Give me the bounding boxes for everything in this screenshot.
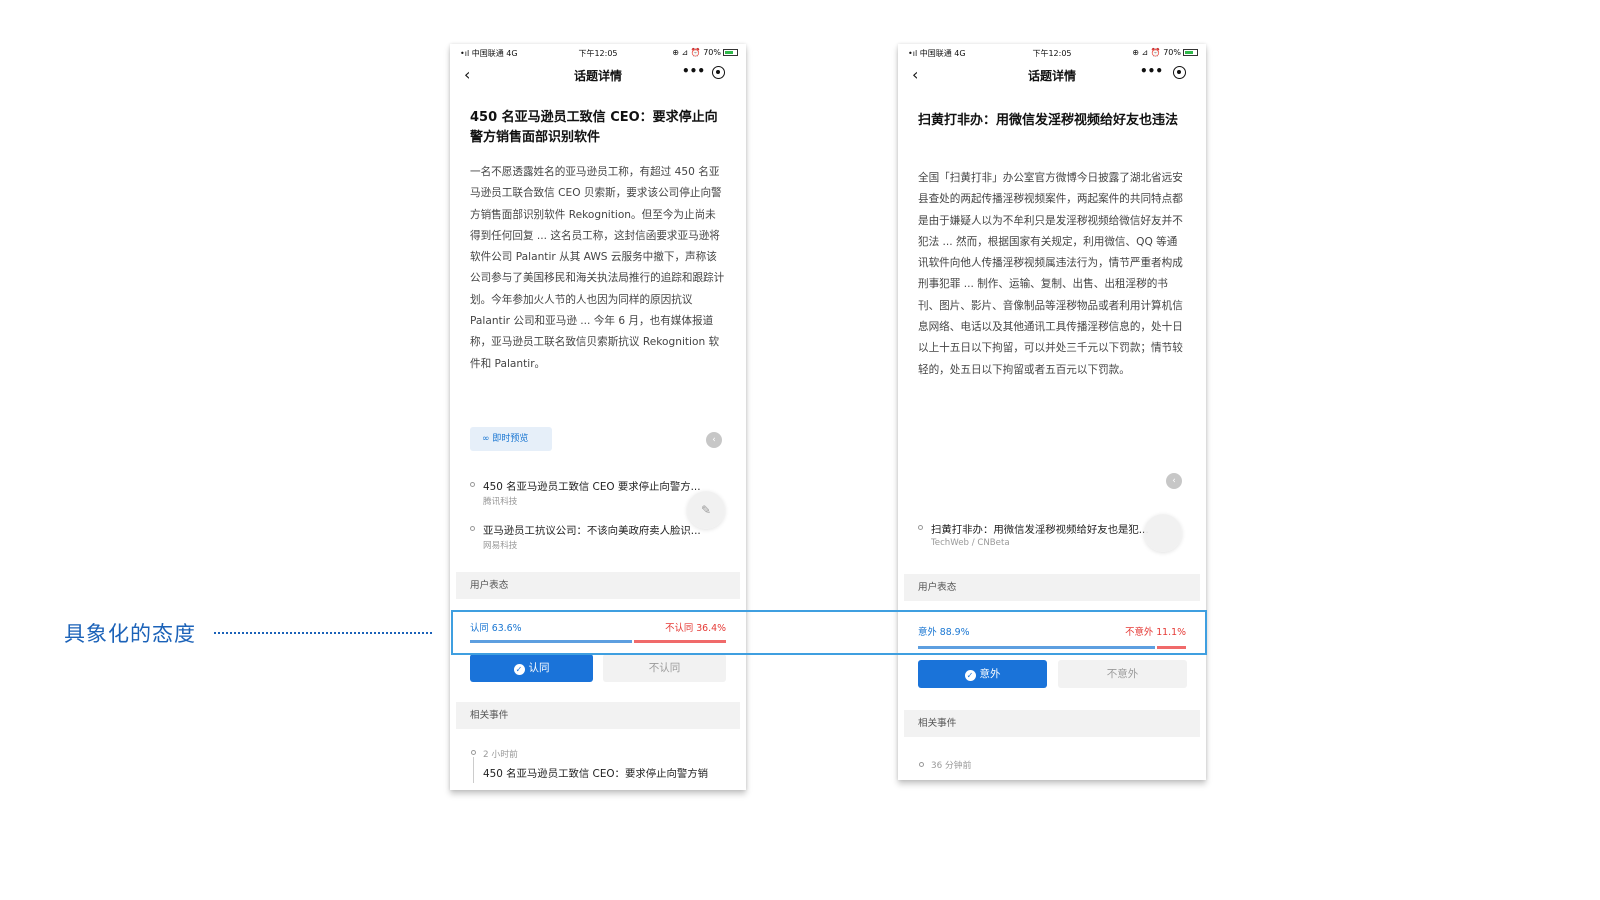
article-body: 全国「扫黄打非」办公室官方微博今日披露了湖北省远安县查处的两起传播淫秽视频案件，…	[918, 172, 1183, 376]
news-source: TechWeb / CNBeta	[931, 538, 1010, 548]
more-icon[interactable]: •••	[1140, 64, 1163, 78]
news-title: 亚马逊员工抗议公司：不该向美政府卖人脸识...	[483, 525, 701, 537]
surprised-button-label: 意外	[979, 668, 1001, 680]
timeline-time: 36 分钟前	[931, 761, 972, 771]
timeline-line	[473, 757, 474, 783]
close-miniprogram-icon[interactable]	[1173, 66, 1186, 79]
news-source: 腾讯科技	[483, 497, 518, 507]
status-indicators: ⊕ ⊿ ⏰ 70%	[1132, 48, 1198, 57]
share-icon[interactable]: ‹	[1166, 473, 1182, 489]
opinion-section-header: 用户表态	[904, 574, 1200, 601]
edit-icon[interactable]: ✎	[1144, 514, 1182, 552]
phone-screen-left: •ıl 中国联通 4G 下午12:05 ⊕ ⊿ ⏰ 70% ‹ 话题详情 •••…	[450, 44, 746, 790]
surprised-button[interactable]: ✓ 意外	[918, 660, 1047, 688]
timeline-time: 2 小时前	[483, 750, 518, 760]
edit-icon[interactable]: ✎	[687, 491, 725, 529]
agree-button-label: 认同	[528, 662, 550, 674]
annotation-label: 具象化的态度	[64, 622, 196, 646]
disagree-button[interactable]: 不认同	[603, 654, 726, 682]
news-source: 网易科技	[483, 541, 518, 551]
nav-bar: ‹ 话题详情 •••	[450, 64, 746, 86]
nav-bar: ‹ 话题详情 •••	[898, 64, 1206, 86]
status-battery-text: ⊕ ⊿ ⏰ 70%	[672, 48, 721, 57]
check-icon: ✓	[964, 670, 976, 681]
battery-icon	[1183, 49, 1198, 56]
news-title: 450 名亚马逊员工致信 CEO 要求停止向警方...	[483, 481, 701, 493]
close-miniprogram-icon[interactable]	[712, 66, 725, 79]
status-bar: •ıl 中国联通 4G 下午12:05 ⊕ ⊿ ⏰ 70%	[898, 48, 1206, 60]
article-title: 450 名亚马逊员工致信 CEO：要求停止向警方销售面部识别软件	[470, 110, 718, 145]
article-title: 扫黄打非办：用微信发淫秽视频给好友也违法	[918, 113, 1179, 128]
status-indicators: ⊕ ⊿ ⏰ 70%	[672, 48, 738, 57]
status-bar: •ıl 中国联通 4G 下午12:05 ⊕ ⊿ ⏰ 70%	[450, 48, 746, 60]
highlight-box	[451, 610, 1207, 655]
opinion-section-header: 用户表态	[456, 572, 740, 599]
related-section-header: 相关事件	[904, 710, 1200, 737]
bullet-icon	[470, 526, 475, 531]
agree-button[interactable]: ✓ 认同	[470, 654, 593, 682]
battery-icon	[723, 49, 738, 56]
more-icon[interactable]: •••	[682, 64, 705, 78]
article-body: 一名不愿透露姓名的亚马逊员工称，有超过 450 名亚马逊员工联合致信 CEO 贝…	[470, 166, 725, 370]
instant-preview-button[interactable]: ∞ 即时预览	[470, 427, 552, 451]
timeline-dot-icon	[471, 750, 476, 755]
bullet-icon	[470, 482, 475, 487]
bullet-icon	[918, 525, 923, 530]
timeline-dot-icon	[919, 762, 924, 767]
phone-screen-right: •ıl 中国联通 4G 下午12:05 ⊕ ⊿ ⏰ 70% ‹ 话题详情 •••…	[898, 44, 1206, 780]
check-icon: ✓	[513, 664, 525, 675]
status-battery-text: ⊕ ⊿ ⏰ 70%	[1132, 48, 1181, 57]
timeline-title[interactable]: 450 名亚马逊员工致信 CEO：要求停止向警方销	[483, 765, 728, 780]
related-section-header: 相关事件	[456, 702, 740, 729]
share-icon[interactable]: ‹	[706, 432, 722, 448]
annotation-leader-line	[214, 632, 432, 634]
not-surprised-button[interactable]: 不意外	[1058, 660, 1187, 688]
